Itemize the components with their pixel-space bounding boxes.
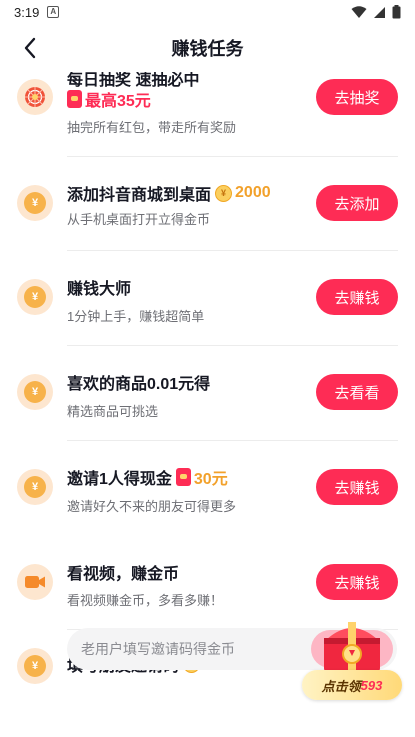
task-reward: 最高35元 [67,87,151,111]
task-title: 喜欢的商品0.01元得 [67,376,211,393]
task-lottery: 每日抽奖 速抽必中 最高35元 抽完所有红包，带走所有奖励 去抽奖 [0,72,415,157]
gift-label: 点击领 593 [302,670,402,700]
task-add-shortcut: ¥ 添加抖音商城到桌面 ¥ 2000 从手机桌面打开立得金币 去添加 [0,157,415,251]
go-earn-button[interactable]: 去赚钱 [316,279,398,315]
treasure-chest-icon [324,622,380,674]
go-lottery-button[interactable]: 去抽奖 [316,79,398,115]
task-money-master: ¥ 赚钱大师 1分钟上手，赚钱超简单 去赚钱 [0,251,415,346]
task-desc: 看视频赚金币，多看多赚！ [67,593,224,608]
task-title: 赚钱大师 [67,281,132,298]
battery-icon [392,5,401,19]
task-title: 邀请1人得现金 [67,471,172,488]
back-button[interactable] [14,32,46,64]
coin-icon: ¥ [17,185,53,221]
task-invite-friend: ¥ 邀请1人得现金 30元 邀请好久不来的朋友可得更多 去赚钱 [0,441,415,538]
signal-icon [374,6,385,18]
reward-value: 30元 [193,471,228,488]
reward-value: 2000 [235,184,271,201]
invite-code-input[interactable] [81,628,301,670]
task-title: 添加抖音商城到桌面 [67,187,212,204]
coin-icon: ¥ [17,469,53,505]
lottery-icon [17,79,53,115]
task-cheap-products: ¥ 喜欢的商品0.01元得 精选商品可挑选 去看看 [0,346,415,441]
video-camera-icon [17,564,53,600]
task-reward: ¥ 2000 [215,184,271,202]
task-title: 看视频，赚金币 [67,566,180,583]
coin-icon: ¥ [17,648,53,684]
status-bar: 3:19 A [0,0,415,24]
go-earn-button[interactable]: 去赚钱 [316,469,398,505]
reward-value: 最高35元 [85,93,151,110]
go-add-button[interactable]: 去添加 [316,185,398,221]
floating-gift-widget[interactable]: 点击领 593 [302,612,402,704]
wifi-icon [351,5,367,18]
header: 赚钱任务 [0,24,415,72]
notification-a-icon: A [47,6,60,18]
status-time: 3:19 [14,4,40,20]
go-look-button[interactable]: 去看看 [316,374,398,410]
gold-coin-icon: ¥ [215,184,233,202]
red-packet-icon [67,90,82,108]
chevron-left-icon [24,37,36,59]
task-desc: 1分钟上手，赚钱超简单 [67,309,205,324]
task-desc: 从手机桌面打开立得金币 [67,212,211,227]
page-title: 赚钱任务 [171,39,244,59]
coin-icon: ¥ [17,279,53,315]
task-reward: 30元 [175,465,228,489]
go-earn-button[interactable]: 去赚钱 [316,564,398,600]
gift-count: 593 [360,677,383,693]
status-indicators [351,5,401,19]
coin-icon: ¥ [17,374,53,410]
task-desc: 邀请好久不来的朋友可得更多 [67,499,237,514]
red-packet-icon [175,468,191,486]
task-desc: 抽完所有红包，带走所有奖励 [67,120,237,135]
task-desc: 精选商品可挑选 [67,404,159,419]
